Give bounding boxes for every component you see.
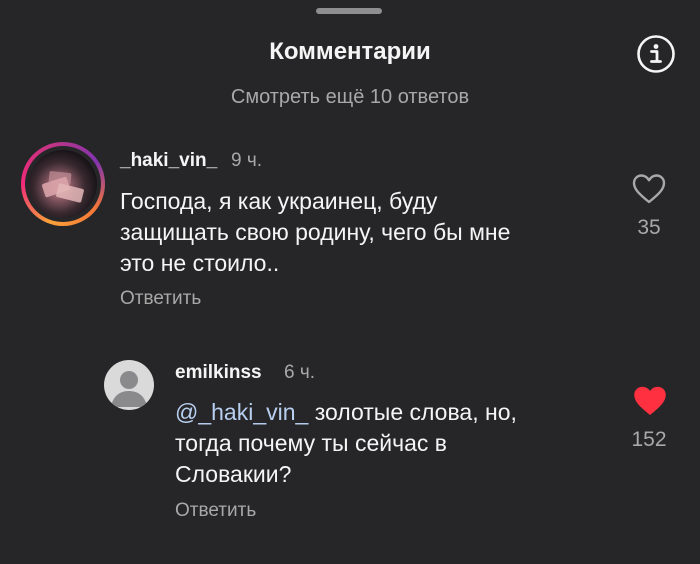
heart-filled-icon[interactable] <box>633 385 667 417</box>
comment-text: Господа, я как украинец, буду защищать с… <box>120 188 511 276</box>
heart-icon[interactable] <box>632 173 666 205</box>
comment-timestamp: 6 ч. <box>284 362 316 383</box>
comment-username[interactable]: _haki_vin_ <box>120 150 217 172</box>
like-count: 35 <box>637 216 661 239</box>
avatar[interactable] <box>104 360 154 410</box>
reply-button[interactable]: Ответить <box>175 500 256 522</box>
view-more-replies-link[interactable]: Смотреть ещё 10 ответов <box>0 86 700 109</box>
default-avatar-icon <box>111 371 147 407</box>
like-count: 152 <box>631 428 667 451</box>
comment-text: @_haki_vin_ золотые слова, но, тогда поч… <box>175 397 645 490</box>
avatar[interactable] <box>21 142 105 226</box>
page-title: Комментарии <box>269 38 431 65</box>
drag-handle[interactable] <box>316 8 382 14</box>
mention-link[interactable]: @_haki_vin_ <box>175 399 308 425</box>
avatar-photo <box>29 150 97 218</box>
info-icon[interactable] <box>636 34 676 74</box>
comment-timestamp: 9 ч. <box>231 150 263 171</box>
reply-button[interactable]: Ответить <box>120 288 201 310</box>
comment-username[interactable]: emilkinss <box>175 362 262 384</box>
